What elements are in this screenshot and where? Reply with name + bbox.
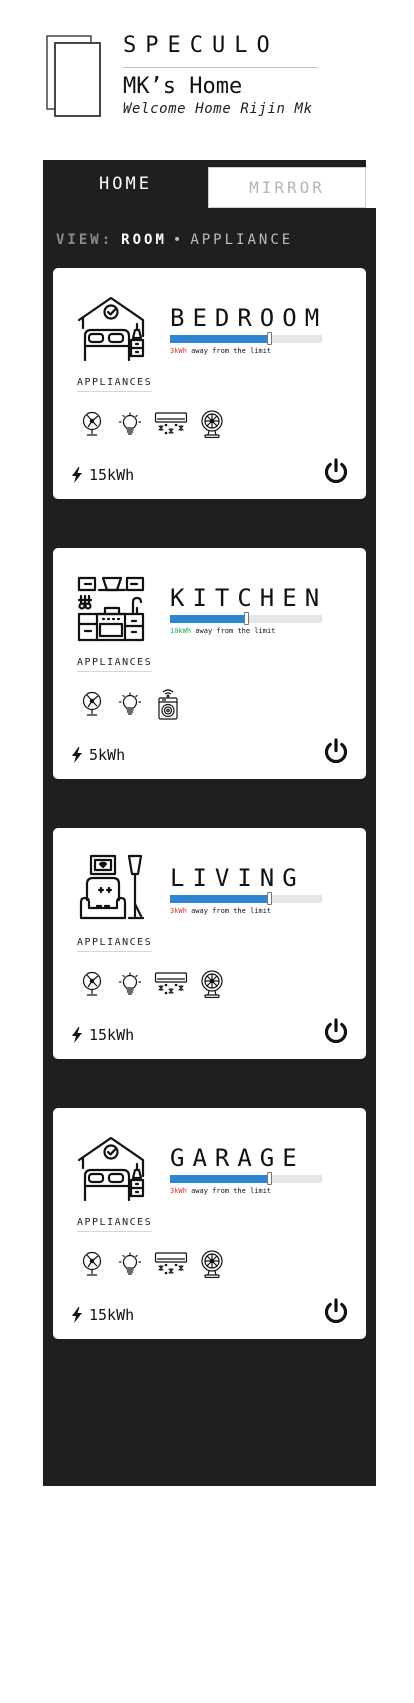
bulb-icon[interactable] <box>111 409 149 439</box>
limit-value: 3kWh <box>170 907 187 915</box>
energy-bolt-icon <box>72 1027 82 1043</box>
appliance-list <box>73 688 187 720</box>
washing-machine-icon[interactable] <box>149 689 187 720</box>
energy-usage: 15kWh <box>71 1306 134 1324</box>
usage-progress-fill <box>170 615 246 623</box>
limit-label: away from the limit <box>191 907 272 915</box>
home-name: MK’s Home <box>123 74 243 99</box>
view-room-option[interactable]: ROOM <box>121 232 167 248</box>
view-appliance-option[interactable]: APPLIANCE <box>190 232 293 248</box>
limit-label: away from the limit <box>191 347 272 355</box>
tab-home[interactable]: HOME <box>43 160 208 208</box>
limit-text: 3kWh away from the limit <box>170 347 271 355</box>
table-fan-icon[interactable] <box>193 409 231 439</box>
appliance-list <box>73 968 231 1000</box>
energy-usage: 15kWh <box>71 466 134 484</box>
limit-label: away from the limit <box>191 1187 272 1195</box>
table-fan-icon[interactable] <box>193 969 231 999</box>
brand-name: SPECULO <box>123 33 279 58</box>
energy-usage: 5kWh <box>71 746 125 764</box>
usage-progress-bar <box>170 612 322 625</box>
appliance-list <box>73 408 231 440</box>
energy-bolt-icon <box>72 467 82 483</box>
usage-progress-knob[interactable] <box>266 1172 272 1185</box>
usage-progress-knob[interactable] <box>244 612 249 625</box>
kitchen-icon <box>77 574 145 642</box>
power-icon <box>323 738 349 768</box>
room-title: LIVING <box>170 864 305 892</box>
usage-progress-knob[interactable] <box>266 892 272 905</box>
brand-divider <box>123 67 318 68</box>
usage-progress-fill <box>170 335 269 343</box>
room-card-kitchen[interactable]: KITCHEN 10kWh away from the limit APPLIANC… <box>53 548 366 779</box>
appliance-list <box>73 1248 231 1280</box>
view-label: VIEW: <box>56 232 114 248</box>
view-separator: • <box>172 232 185 248</box>
welcome-message: Welcome Home Rijin Mk <box>123 101 313 117</box>
power-icon <box>323 1018 349 1048</box>
ceiling-fan-icon[interactable] <box>73 969 111 999</box>
energy-value: 15kWh <box>89 1026 135 1044</box>
bedroom-icon <box>77 1134 145 1202</box>
bedroom-icon <box>77 294 145 362</box>
usage-progress-bar <box>170 892 322 905</box>
appliances-label: APPLIANCES <box>77 937 153 952</box>
air-conditioner-icon[interactable] <box>149 969 193 999</box>
tab-mirror[interactable]: MIRROR <box>208 167 366 208</box>
limit-label: away from the limit <box>195 627 276 635</box>
table-fan-icon[interactable] <box>193 1249 231 1279</box>
air-conditioner-icon[interactable] <box>149 409 193 439</box>
appliances-label: APPLIANCES <box>77 377 153 392</box>
air-conditioner-icon[interactable] <box>149 1249 193 1279</box>
energy-bolt-icon <box>72 1307 82 1323</box>
mirror-logo-icon <box>46 35 101 117</box>
limit-text: 3kWh away from the limit <box>170 1187 271 1195</box>
power-icon <box>323 458 349 488</box>
power-icon <box>323 1298 349 1328</box>
energy-value: 15kWh <box>89 1306 135 1324</box>
usage-progress-fill <box>170 895 269 903</box>
energy-value: 5kWh <box>89 746 126 764</box>
energy-bolt-icon <box>72 747 82 763</box>
power-button[interactable] <box>323 738 349 764</box>
limit-value: 10kWh <box>170 627 192 635</box>
usage-progress-bar <box>170 332 322 345</box>
energy-usage: 15kWh <box>71 1026 134 1044</box>
view-switcher: VIEW: ROOM • APPLIANCE <box>56 232 293 248</box>
room-title: KITCHEN <box>170 584 328 612</box>
limit-value: 3kWh <box>170 1187 187 1195</box>
power-button[interactable] <box>323 1298 349 1324</box>
ceiling-fan-icon[interactable] <box>73 689 111 719</box>
limit-value: 3kWh <box>170 347 187 355</box>
limit-text: 10kWh away from the limit <box>170 627 275 635</box>
power-button[interactable] <box>323 458 349 484</box>
room-title: GARAGE <box>170 1144 305 1172</box>
appliances-label: APPLIANCES <box>77 657 153 672</box>
room-card-living[interactable]: LIVING 3kWh away from the limit APPLIANCES… <box>53 828 366 1059</box>
limit-text: 3kWh away from the limit <box>170 907 271 915</box>
energy-value: 15kWh <box>89 466 135 484</box>
power-button[interactable] <box>323 1018 349 1044</box>
appliances-label: APPLIANCES <box>77 1217 153 1232</box>
usage-progress-bar <box>170 1172 322 1185</box>
bulb-icon[interactable] <box>111 689 149 719</box>
room-title: BEDROOM <box>170 304 328 332</box>
usage-progress-knob[interactable] <box>266 332 272 345</box>
bulb-icon[interactable] <box>111 1249 149 1279</box>
tab-bar-gap <box>366 160 376 208</box>
ceiling-fan-icon[interactable] <box>73 1249 111 1279</box>
usage-progress-fill <box>170 1175 269 1183</box>
living-room-icon <box>77 854 145 922</box>
ceiling-fan-icon[interactable] <box>73 409 111 439</box>
bulb-icon[interactable] <box>111 969 149 999</box>
room-card-garage[interactable]: GARAGE 3kWh away from the limit APPLIANCES… <box>53 1108 366 1339</box>
room-card-bedroom[interactable]: BEDROOM 3kWh away from the limit APPLIANCE… <box>53 268 366 499</box>
